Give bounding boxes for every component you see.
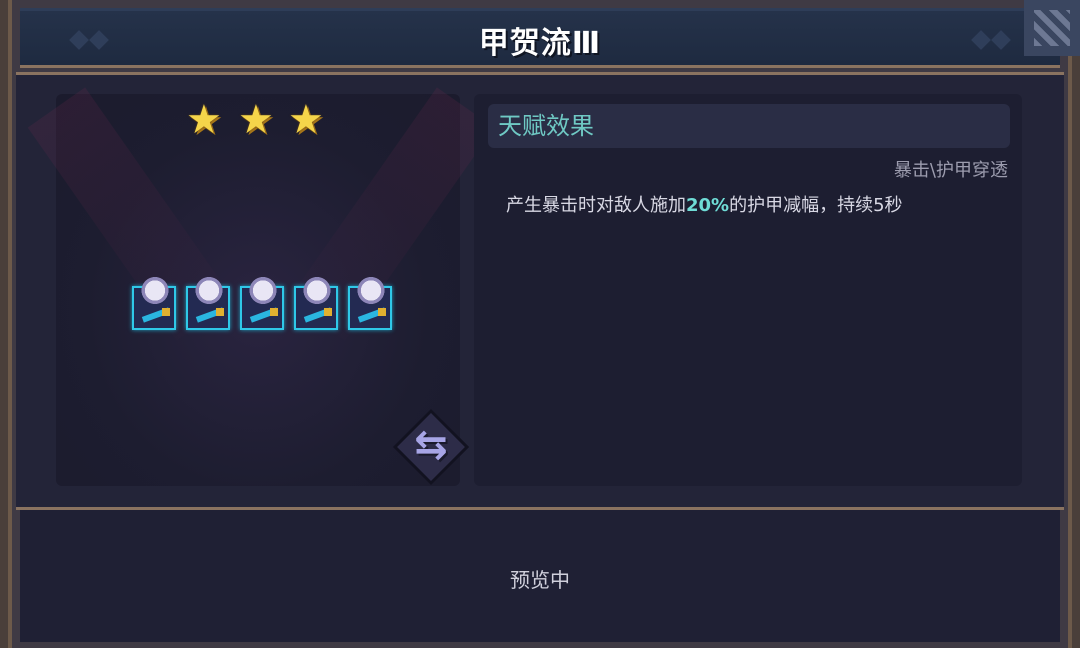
ninja-head-icon [248,274,278,304]
talent-panel [474,94,1022,486]
talent-desc-suffix: 的护甲减幅，持续5秒 [729,195,903,216]
preview-status: 预览中 [510,568,570,592]
star-icon: ★ [186,97,222,143]
unit-slot[interactable] [186,274,230,330]
ninja-head-icon [302,274,332,304]
star-rating: ★ ★ ★ [186,100,336,140]
badge-icon [324,308,332,316]
badge-icon [216,308,224,316]
talent-description: 产生暴击时对敌人施加20%的护甲减幅，持续5秒 [506,192,903,220]
talent-desc-highlight: 20% [686,195,730,216]
talent-section-title: 天赋效果 [498,112,594,140]
swap-icon: ⇆ [414,422,448,468]
talent-desc-prefix: 产生暴击时对敌人施加 [506,195,686,216]
unit-slot[interactable] [240,274,284,330]
star-icon: ★ [288,97,324,143]
ninja-head-icon [194,274,224,304]
unit-row [130,272,400,336]
ninja-head-icon [140,274,170,304]
star-icon: ★ [238,97,274,143]
badge-icon [162,308,170,316]
ninja-head-icon [356,274,386,304]
unit-slot[interactable] [294,274,338,330]
talent-tags: 暴击\护甲穿透 [893,160,1008,181]
unit-slot[interactable] [132,274,176,330]
page-title: 甲贺流Ⅲ [478,26,602,61]
unit-slot[interactable] [348,274,392,330]
close-corner-icon[interactable] [1024,0,1080,56]
badge-icon [270,308,278,316]
badge-icon [378,308,386,316]
swap-button[interactable]: ⇆ [392,408,470,486]
